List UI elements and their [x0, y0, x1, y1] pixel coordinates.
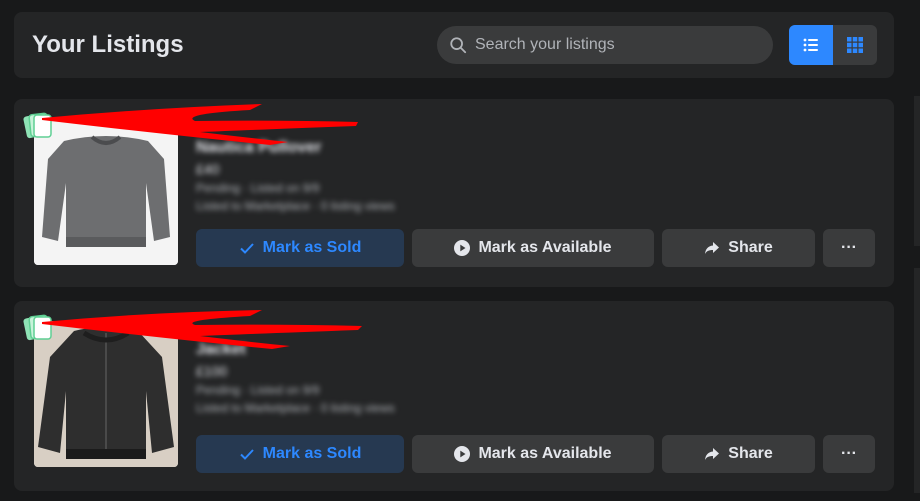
mark-as-available-label: Mark as Available — [478, 445, 612, 462]
play-circle-icon — [454, 240, 471, 256]
share-button[interactable]: Share — [662, 435, 815, 473]
mark-as-sold-label: Mark as Sold — [262, 445, 362, 462]
play-circle-icon — [454, 446, 471, 462]
page-title: Your Listings — [32, 31, 184, 58]
share-label: Share — [728, 445, 773, 462]
search-input[interactable] — [475, 36, 755, 54]
share-arrow-icon — [705, 448, 720, 460]
more-options-button[interactable]: ··· — [823, 435, 875, 473]
view-toggle — [789, 25, 877, 65]
listing-flag — [196, 121, 666, 139]
check-icon — [239, 243, 254, 254]
share-arrow-icon — [705, 242, 720, 254]
more-options-button[interactable]: ··· — [823, 229, 875, 267]
multiple-photos-icon — [23, 314, 52, 341]
check-icon — [239, 449, 254, 460]
listing-meta: Listed to Marketplace · 0 listing views — [196, 401, 395, 415]
mark-as-available-button[interactable]: Mark as Available — [412, 229, 654, 267]
grid-view-icon — [847, 37, 863, 53]
mark-as-sold-label: Mark as Sold — [262, 239, 362, 256]
listing-card[interactable]: Nautica Pullover £40 Pending · Listed on… — [14, 99, 894, 287]
mark-as-sold-button[interactable]: Mark as Sold — [196, 229, 404, 267]
listing-status: Pending · Listed on 9/9 — [196, 181, 320, 195]
listing-title[interactable]: Jacket — [196, 341, 666, 363]
listings-header: Your Listings — [14, 12, 894, 78]
more-options-icon: ··· — [841, 239, 857, 256]
more-options-icon: ··· — [841, 445, 857, 462]
scroll-edge — [914, 268, 920, 493]
mark-as-available-label: Mark as Available — [478, 239, 612, 256]
listing-flag — [196, 323, 666, 341]
grid-view-button[interactable] — [833, 25, 877, 65]
share-label: Share — [728, 239, 773, 256]
listing-thumbnail[interactable] — [34, 321, 178, 467]
listing-actions: Mark as Sold Mark as Available Share ··· — [196, 435, 875, 473]
listing-price: £100 — [196, 363, 228, 379]
listing-meta: Listed to Marketplace · 0 listing views — [196, 199, 395, 213]
search-box[interactable] — [437, 26, 773, 64]
list-view-button[interactable] — [789, 25, 833, 65]
listing-card[interactable]: Jacket £100 Pending · Listed on 9/9 List… — [14, 301, 894, 491]
listing-actions: Mark as Sold Mark as Available Share ··· — [196, 229, 875, 267]
jacket-image — [34, 321, 178, 467]
multiple-photos-icon — [23, 112, 52, 139]
mark-as-sold-button[interactable]: Mark as Sold — [196, 435, 404, 473]
listing-title[interactable]: Nautica Pullover — [196, 139, 666, 161]
share-button[interactable]: Share — [662, 229, 815, 267]
listing-info: Jacket £100 Pending · Listed on 9/9 List… — [196, 323, 666, 419]
listings-page: Your Listings Search your listings Nauti… — [0, 0, 920, 501]
sweater-image — [34, 119, 178, 265]
mark-as-available-button[interactable]: Mark as Available — [412, 435, 654, 473]
listing-thumbnail[interactable] — [34, 119, 178, 265]
scroll-edge — [914, 96, 920, 246]
search-icon — [450, 37, 467, 54]
listing-status: Pending · Listed on 9/9 — [196, 383, 320, 397]
list-view-icon — [803, 38, 818, 52]
listing-price: £40 — [196, 161, 220, 177]
listing-info: Nautica Pullover £40 Pending · Listed on… — [196, 121, 666, 217]
